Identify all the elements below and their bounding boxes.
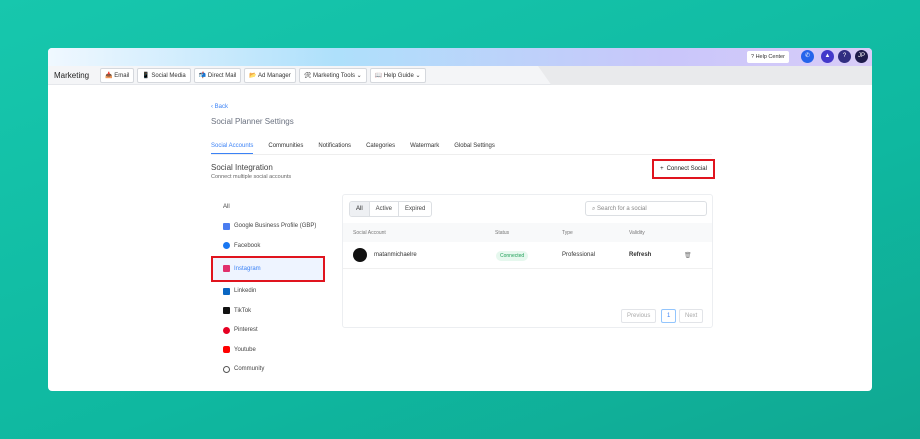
- sidebar-item-label: Youtube: [234, 346, 256, 353]
- sidebar-item-instagram[interactable]: Instagram: [211, 255, 325, 282]
- account-avatar: [353, 248, 367, 262]
- search-input[interactable]: ⌕ Search for a social: [585, 201, 707, 216]
- nav-ad-manager[interactable]: 📂 Ad Manager: [244, 67, 296, 83]
- col-type: Type: [562, 230, 573, 236]
- sidebar-item-label: Pinterest: [234, 327, 258, 334]
- sidebar-item-label: Google Business Profile (GBP): [234, 223, 317, 230]
- pinterest-icon: [223, 326, 230, 334]
- nav-help-guide[interactable]: 📖 Help Guide ⌄: [369, 67, 426, 83]
- tab-communities[interactable]: Communities: [268, 143, 303, 154]
- sidebar-item-youtube[interactable]: Youtube: [213, 340, 323, 360]
- sidebar-item-label: Community: [234, 366, 265, 373]
- help-center-button[interactable]: ? Help Center: [747, 51, 789, 63]
- tabs: Social Accounts Communities Notification…: [211, 143, 712, 155]
- accounts-card: All Active Expired ⌕ Search for a social…: [342, 194, 713, 328]
- bell-icon[interactable]: ▲: [821, 50, 834, 63]
- sidebar-item-tiktok[interactable]: TikTok: [213, 301, 323, 321]
- filter-active[interactable]: Active: [370, 202, 400, 216]
- page-title: Social Planner Settings: [211, 117, 294, 126]
- filter-all[interactable]: All: [350, 202, 370, 216]
- sidebar-item-all[interactable]: All: [213, 197, 323, 217]
- platform-sidebar: All Google Business Profile (GBP) Facebo…: [211, 197, 325, 380]
- back-link[interactable]: ‹ Back: [211, 104, 228, 110]
- tab-watermark[interactable]: Watermark: [410, 143, 439, 154]
- account-type: Professional: [562, 252, 596, 258]
- section-heading: Social Integration: [211, 163, 273, 172]
- sidebar-item-label: Linkedin: [234, 288, 257, 295]
- col-status: Status: [495, 230, 510, 236]
- table-row: matanmichaelre Connected Professional Re…: [343, 242, 712, 269]
- facebook-icon: [223, 242, 230, 250]
- tab-categories[interactable]: Categories: [366, 143, 395, 154]
- nav-email[interactable]: 📥 Email: [100, 67, 135, 83]
- sidebar-item-gbp[interactable]: Google Business Profile (GBP): [213, 217, 323, 237]
- filter-expired[interactable]: Expired: [399, 202, 431, 216]
- gbp-icon: [223, 222, 230, 230]
- col-social-account: Social Account: [353, 230, 386, 236]
- status-badge: Connected: [496, 251, 529, 261]
- nav-fade: [538, 66, 872, 85]
- avatar[interactable]: JP: [855, 50, 868, 63]
- youtube-icon: [223, 346, 230, 354]
- account-name: matanmichaelre: [374, 252, 417, 258]
- section-subheading: Connect multiple social accounts: [211, 174, 292, 180]
- tab-global-settings[interactable]: Global Settings: [454, 143, 495, 154]
- top-bar: ? Help Center ✆ ▲ ? JP: [48, 48, 872, 66]
- linkedin-icon: [223, 287, 230, 295]
- sidebar-item-community[interactable]: Community: [213, 360, 323, 380]
- help-icon[interactable]: ?: [838, 50, 851, 63]
- status-filter: All Active Expired: [349, 201, 433, 217]
- app-window: ? Help Center ✆ ▲ ? JP Marketing 📥 Email…: [48, 48, 872, 391]
- previous-button[interactable]: Previous: [621, 309, 657, 323]
- next-button[interactable]: Next: [679, 309, 704, 323]
- col-validity: Validity: [629, 230, 645, 236]
- tab-social-accounts[interactable]: Social Accounts: [211, 143, 254, 154]
- connect-social-button[interactable]: + Connect Social: [652, 159, 715, 179]
- community-icon: [223, 365, 230, 373]
- table-header: Social Account Status Type Validity: [343, 223, 712, 242]
- sidebar-item-label: All: [223, 203, 230, 210]
- nav-direct-mail[interactable]: 📬 Direct Mail: [193, 67, 242, 83]
- nav-bar: Marketing 📥 Email 📱 Social Media 📬 Direc…: [48, 66, 872, 85]
- nav-title: Marketing: [54, 70, 90, 80]
- trash-icon[interactable]: 🗑: [684, 252, 692, 259]
- nav-social-media[interactable]: 📱 Social Media: [137, 67, 191, 83]
- nav-marketing-tools[interactable]: 🛠 Marketing Tools ⌄: [298, 67, 367, 83]
- tab-notifications[interactable]: Notifications: [318, 143, 351, 154]
- page-1-button[interactable]: 1: [661, 309, 677, 323]
- search-placeholder: Search for a social: [597, 206, 647, 212]
- tiktok-icon: [223, 307, 230, 315]
- instagram-icon: [223, 265, 230, 272]
- sidebar-item-label: TikTok: [234, 307, 252, 314]
- sidebar-item-pinterest[interactable]: Pinterest: [213, 321, 323, 341]
- phone-icon[interactable]: ✆: [801, 50, 814, 63]
- refresh-link[interactable]: Refresh: [629, 252, 651, 258]
- sidebar-item-linkedin[interactable]: Linkedin: [213, 282, 323, 302]
- connect-social-label: Connect Social: [666, 166, 707, 172]
- sidebar-item-label: Instagram: [234, 265, 261, 272]
- plus-icon: +: [660, 166, 664, 172]
- sidebar-item-label: Facebook: [234, 242, 261, 249]
- sidebar-item-facebook[interactable]: Facebook: [213, 236, 323, 256]
